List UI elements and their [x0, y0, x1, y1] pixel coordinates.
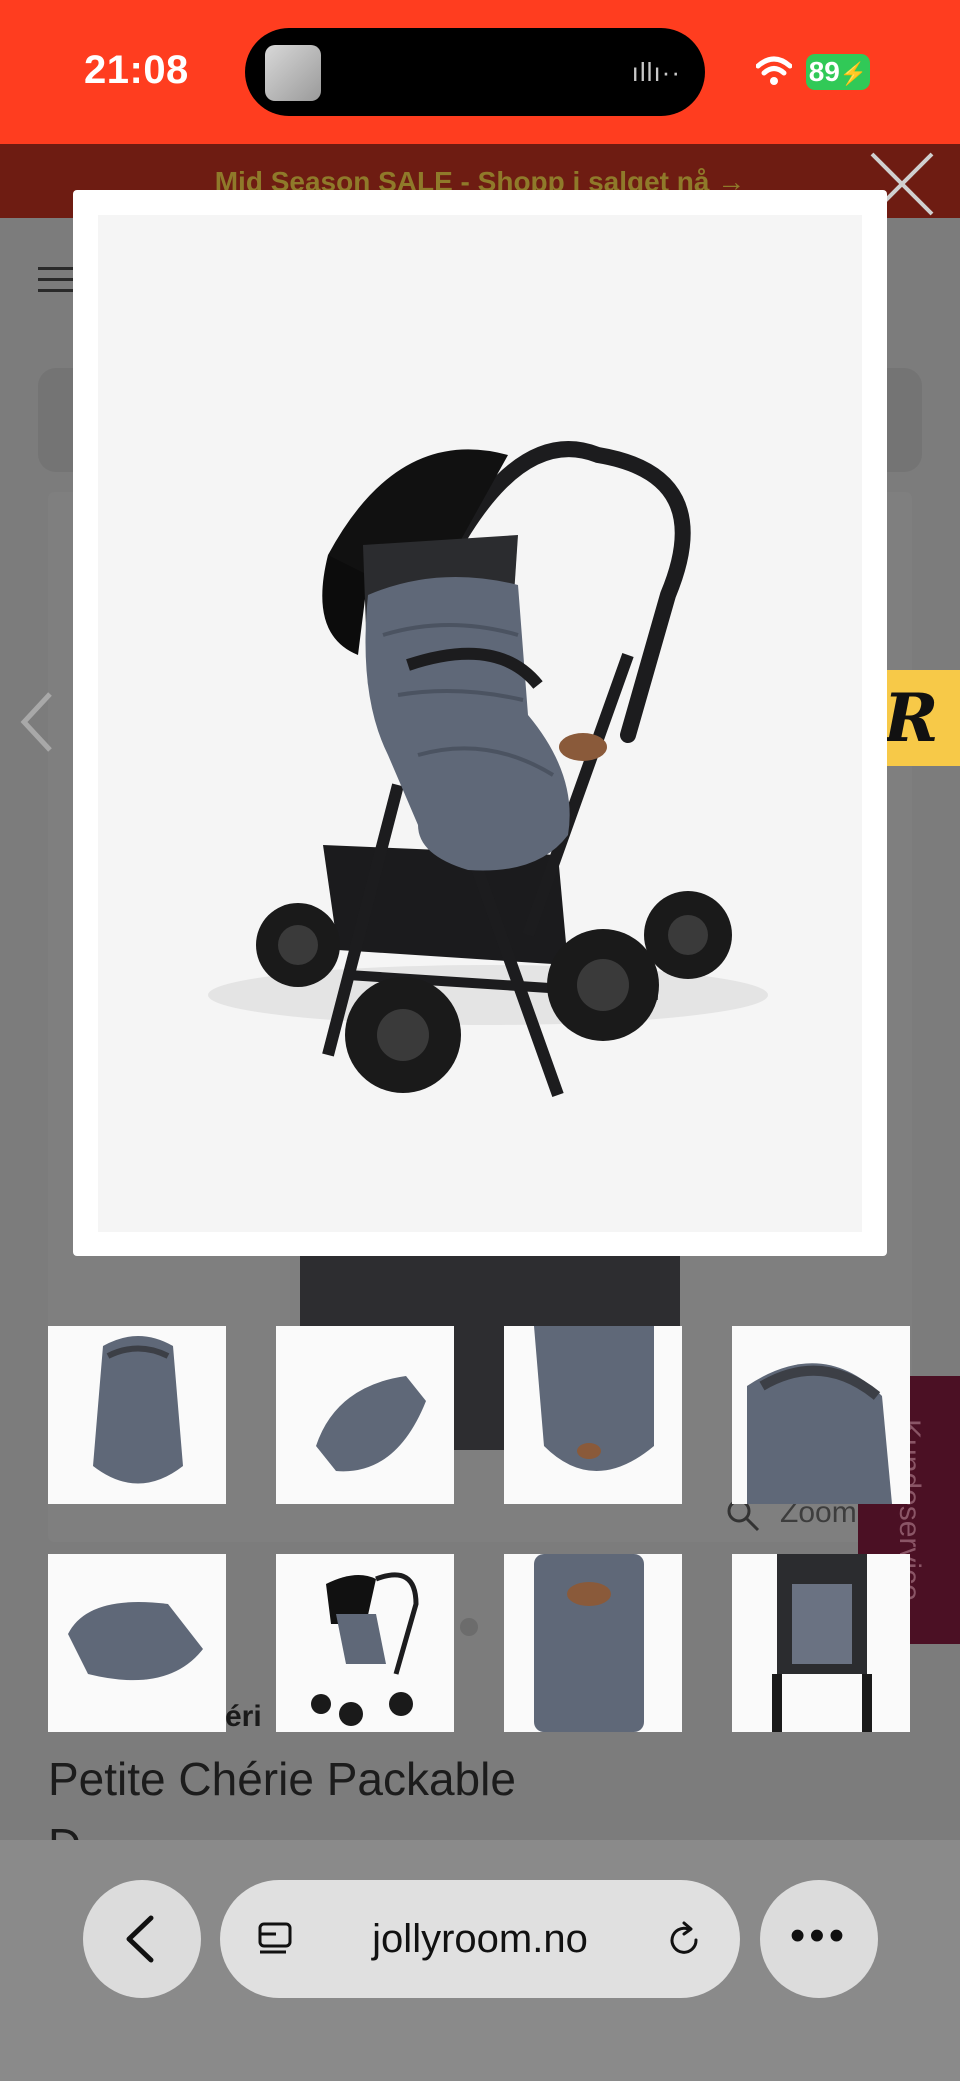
thumbnail-footmuff-front[interactable] — [48, 1326, 226, 1504]
lightbox-modal — [73, 190, 887, 1256]
dynamic-island[interactable]: ıllı·· — [245, 28, 705, 116]
reload-icon[interactable] — [664, 1920, 704, 1960]
thumbnail-footmuff-side[interactable] — [276, 1326, 454, 1504]
wifi-icon — [756, 56, 792, 85]
product-main-image[interactable] — [98, 215, 862, 1232]
thumbnail-footmuff-hood[interactable] — [732, 1326, 910, 1504]
more-options-button[interactable]: ••• — [760, 1880, 878, 1998]
battery-indicator: 89⚡ — [806, 54, 870, 90]
thumbnail-grid — [48, 1326, 912, 1732]
audio-waveform-icon: ıllı·· — [631, 57, 681, 87]
ellipsis-icon: ••• — [789, 1911, 849, 1960]
now-playing-artwork — [265, 45, 321, 101]
battery-level: 89 — [808, 56, 840, 87]
status-time: 21:08 — [84, 48, 189, 92]
chevron-left-icon — [126, 1915, 154, 1963]
stroller-illustration — [208, 441, 768, 1098]
thumbnail-footmuff-flat[interactable] — [48, 1554, 226, 1732]
menu-icon[interactable] — [38, 265, 74, 295]
thumbnail-stroller-seat-view[interactable] — [732, 1554, 910, 1732]
address-bar[interactable]: jollyroom.no — [220, 1880, 740, 1998]
url-text[interactable]: jollyroom.no — [220, 1880, 740, 1998]
product-title: Petite Chérie Packable — [48, 1753, 516, 1805]
chevron-left-icon[interactable] — [18, 690, 58, 754]
thumbnail-footmuff-closeup[interactable] — [504, 1326, 682, 1504]
thumbnail-stroller-with-footmuff[interactable] — [276, 1554, 454, 1732]
charging-icon: ⚡ — [839, 61, 868, 86]
thumbnail-footmuff-pack-bag[interactable] — [504, 1554, 682, 1732]
back-button[interactable] — [83, 1880, 201, 1998]
